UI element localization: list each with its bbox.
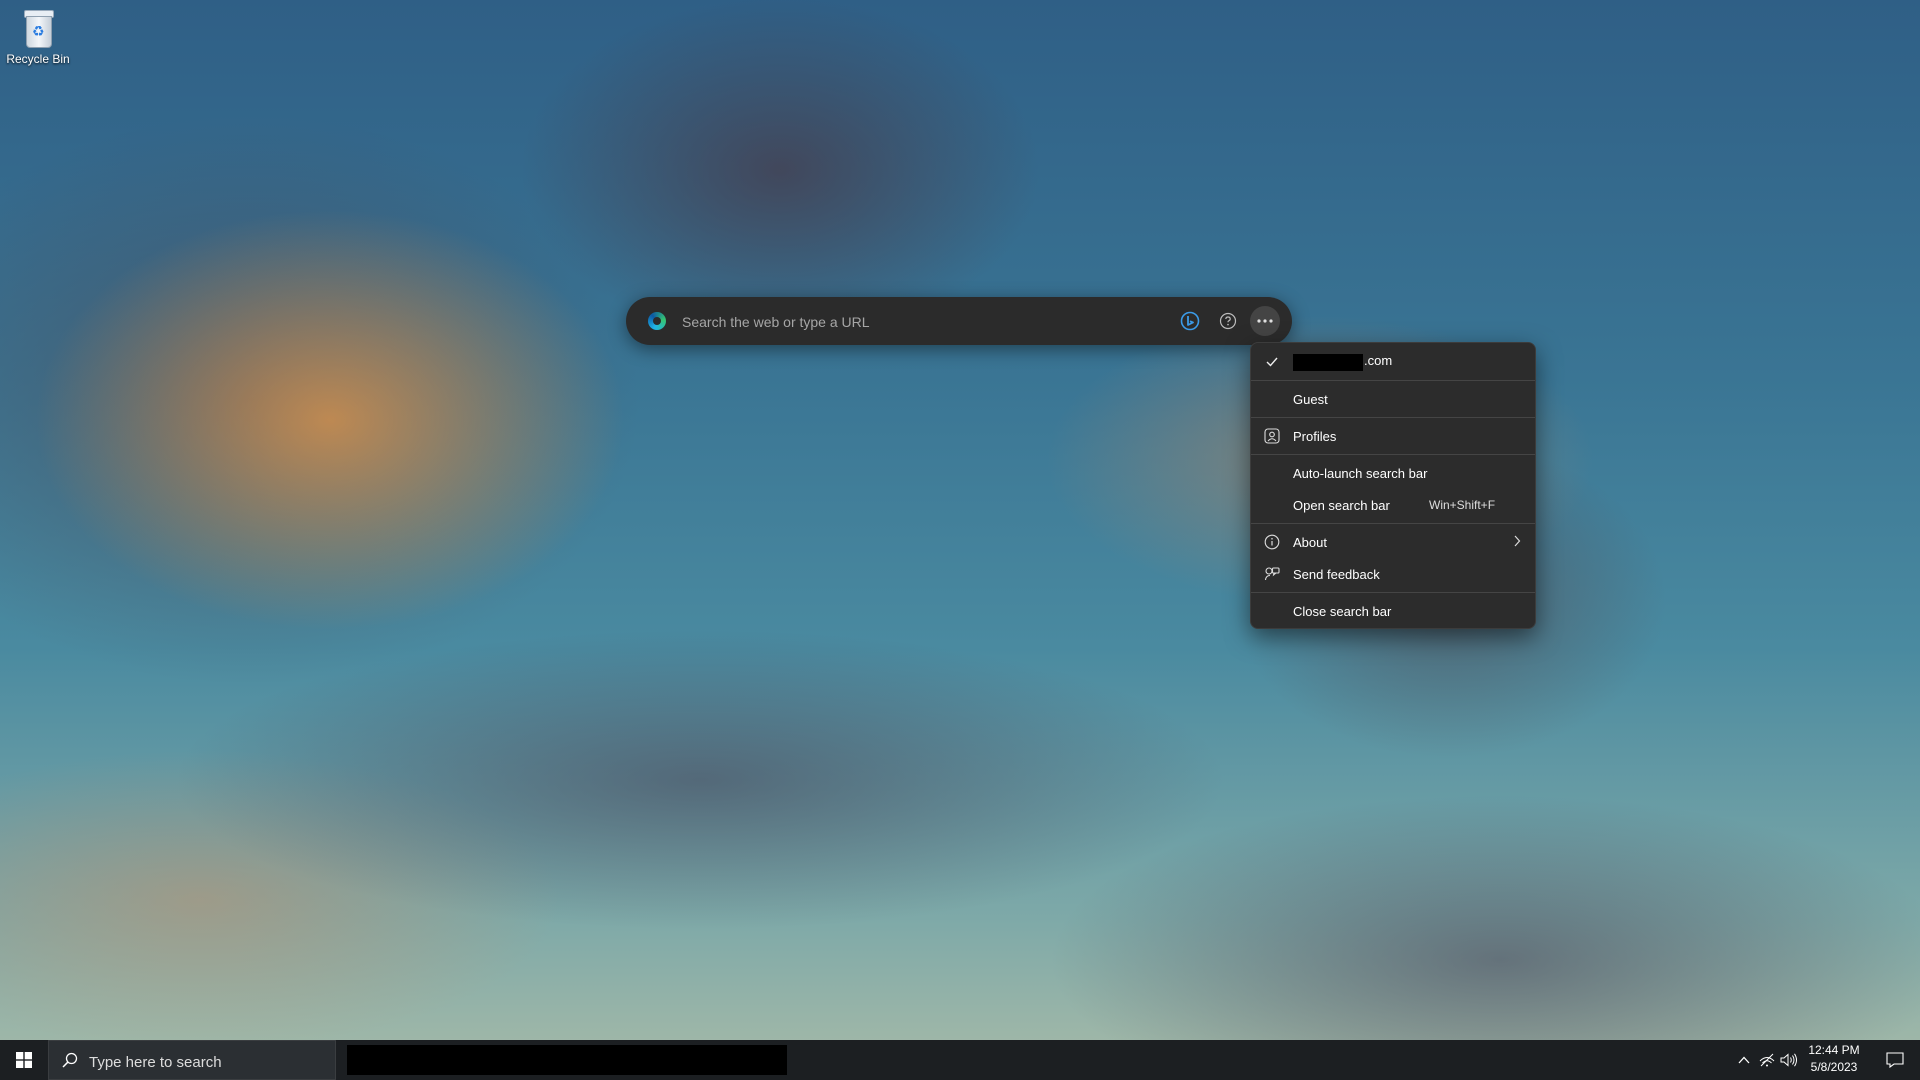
windows-logo-icon xyxy=(16,1052,32,1068)
menu-item-guest[interactable]: Guest xyxy=(1251,384,1535,414)
edge-logo-icon xyxy=(648,312,666,330)
show-hidden-icons-button[interactable] xyxy=(1732,1040,1756,1080)
menu-item-profiles[interactable]: Profiles xyxy=(1251,421,1535,451)
action-center-button[interactable] xyxy=(1876,1040,1914,1080)
search-input[interactable] xyxy=(680,309,1184,335)
menu-item-label: Open search bar xyxy=(1293,497,1390,513)
menu-item-send-feedback[interactable]: Send feedback xyxy=(1251,559,1535,589)
keyboard-shortcut: Win+Shift+F xyxy=(1429,498,1496,512)
taskbar-search-input[interactable] xyxy=(87,1051,331,1073)
chevron-up-icon xyxy=(1738,1056,1750,1064)
menu-item-account[interactable]: .com xyxy=(1251,347,1535,377)
more-options-button[interactable] xyxy=(1250,306,1280,336)
menu-separator xyxy=(1251,417,1535,418)
network-button[interactable] xyxy=(1756,1040,1778,1080)
start-button[interactable] xyxy=(0,1040,48,1080)
help-icon xyxy=(1219,312,1237,330)
menu-item-label: About xyxy=(1293,534,1327,550)
clock-date: 5/8/2023 xyxy=(1810,1060,1858,1074)
more-options-icon xyxy=(1257,319,1273,323)
menu-item-label: Guest xyxy=(1293,391,1328,407)
profiles-icon xyxy=(1263,427,1281,445)
menu-item-label: Send feedback xyxy=(1293,566,1380,582)
menu-item-label: Close search bar xyxy=(1293,603,1392,619)
bing-icon xyxy=(1180,311,1200,331)
desktop-icon-label: Recycle Bin xyxy=(6,52,70,66)
chevron-right-icon xyxy=(1513,535,1521,550)
menu-separator xyxy=(1251,523,1535,524)
menu-item-label: Profiles xyxy=(1293,428,1337,444)
taskbar-search-box[interactable] xyxy=(48,1040,336,1080)
search-icon xyxy=(62,1052,78,1068)
menu-separator xyxy=(1251,380,1535,381)
bing-button[interactable] xyxy=(1178,309,1202,333)
redacted-account-name xyxy=(1293,353,1363,371)
taskbar-clock[interactable]: 12:44 PM 5/8/2023 xyxy=(1796,1042,1872,1078)
help-button[interactable] xyxy=(1216,309,1240,333)
info-icon xyxy=(1263,533,1281,551)
edge-search-bar xyxy=(626,297,1292,345)
menu-item-close-search-bar[interactable]: Close search bar xyxy=(1251,596,1535,626)
recycle-bin-icon: ♻ xyxy=(22,8,54,48)
menu-item-label: Auto-launch search bar xyxy=(1293,465,1428,481)
desktop-icon-recycle-bin[interactable]: ♻ Recycle Bin xyxy=(6,8,70,66)
network-icon xyxy=(1759,1053,1775,1067)
notification-icon xyxy=(1886,1052,1904,1068)
menu-item-about[interactable]: About xyxy=(1251,527,1535,557)
feedback-icon xyxy=(1263,565,1281,583)
menu-item-open-search-bar[interactable]: Open search bar Win+Shift+F xyxy=(1251,490,1535,520)
taskbar: 12:44 PM 5/8/2023 xyxy=(0,1040,1920,1080)
redacted-taskbar-apps xyxy=(347,1045,787,1075)
menu-item-auto-launch[interactable]: Auto-launch search bar xyxy=(1251,458,1535,488)
clock-time: 12:44 PM xyxy=(1808,1043,1860,1057)
menu-separator xyxy=(1251,592,1535,593)
menu-separator xyxy=(1251,454,1535,455)
checkmark-icon xyxy=(1263,353,1281,371)
menu-item-label: .com xyxy=(1293,353,1392,371)
search-bar-options-menu: .com Guest Profiles Auto-launch search b… xyxy=(1250,342,1536,629)
